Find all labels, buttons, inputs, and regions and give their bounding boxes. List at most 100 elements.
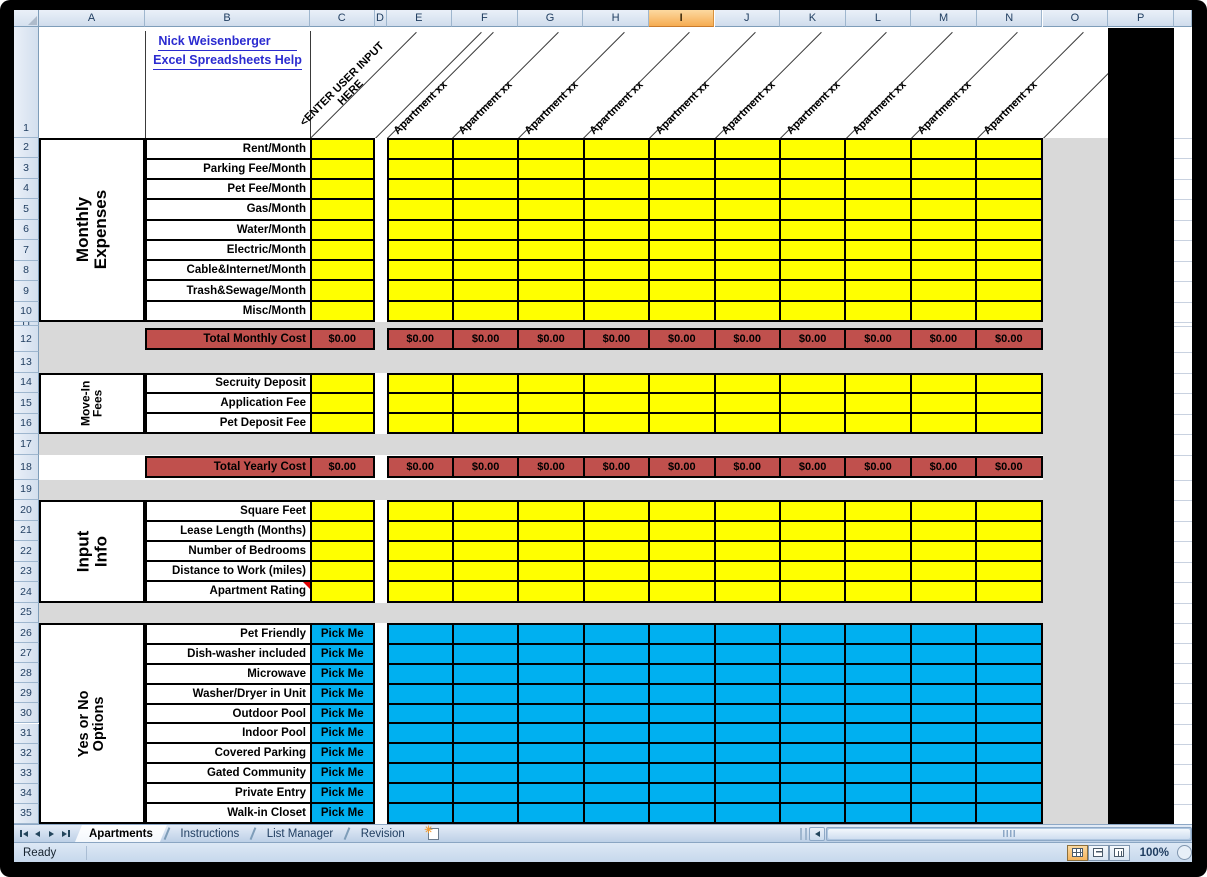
- cell-option-input[interactable]: [650, 804, 714, 822]
- cell-apartment-input[interactable]: [453, 542, 518, 561]
- cell-user-input[interactable]: [312, 502, 373, 521]
- cell-apartment-input[interactable]: [453, 374, 518, 393]
- row-header-1[interactable]: 1: [14, 27, 39, 138]
- cell-apartment-input[interactable]: [388, 220, 452, 239]
- cell-total-value[interactable]: $0.00: [650, 330, 714, 348]
- cell-option-input[interactable]: [715, 724, 779, 743]
- cell-apartment-input[interactable]: [584, 261, 649, 280]
- cell-option-input[interactable]: [519, 804, 583, 822]
- cell-total-value[interactable]: $0.00: [519, 330, 583, 348]
- cell-total-value[interactable]: $0.00: [312, 330, 373, 348]
- cell-option-input[interactable]: [911, 684, 976, 703]
- cell-option-input[interactable]: [388, 704, 452, 723]
- column-header-a[interactable]: A: [39, 10, 145, 27]
- cell-apartment-input[interactable]: [584, 139, 649, 158]
- row-header-17[interactable]: 17: [14, 434, 39, 455]
- cell-option-input[interactable]: [519, 684, 583, 703]
- cell-total-value[interactable]: $0.00: [650, 458, 714, 476]
- cell-option-input[interactable]: [453, 625, 518, 643]
- cell-apartment-input[interactable]: [453, 261, 518, 280]
- cell-apartment-input[interactable]: [846, 281, 910, 300]
- cell-apartment-input[interactable]: [977, 542, 1041, 561]
- cell-apartment-input[interactable]: [715, 502, 779, 521]
- cell-apartment-input[interactable]: [780, 542, 845, 561]
- cell-apartment-input[interactable]: [650, 394, 714, 413]
- cell-apartment-input[interactable]: [715, 261, 779, 280]
- apartment-header-cell[interactable]: Apartment xx: [981, 79, 1039, 137]
- cell-row-label[interactable]: Pet Friendly: [147, 625, 310, 643]
- cell-option-input[interactable]: [650, 724, 714, 743]
- apartment-header-cell[interactable]: Apartment xx: [850, 79, 908, 137]
- cell-apartment-input[interactable]: [453, 200, 518, 219]
- cell-option-input[interactable]: [650, 684, 714, 703]
- cell-apartment-input[interactable]: [780, 281, 845, 300]
- cell-apartment-input[interactable]: [911, 220, 976, 239]
- cell-option-input[interactable]: [977, 704, 1041, 723]
- cell-option-input[interactable]: [650, 644, 714, 663]
- normal-view-button[interactable]: [1066, 844, 1088, 861]
- cell-option-picker[interactable]: Pick Me: [312, 764, 373, 783]
- cell-option-input[interactable]: [650, 704, 714, 723]
- cell-row-label[interactable]: Lease Length (Months): [147, 522, 310, 541]
- cell-user-input[interactable]: [312, 542, 373, 561]
- cell-row-label[interactable]: Walk-in Closet: [147, 804, 310, 822]
- cell-row-label[interactable]: Electric/Month: [147, 240, 310, 260]
- cell-option-input[interactable]: [388, 644, 452, 663]
- cell-apartment-input[interactable]: [911, 394, 976, 413]
- row-header-9[interactable]: 9: [14, 281, 39, 302]
- cell-apartment-input[interactable]: [453, 301, 518, 320]
- cell-apartment-input[interactable]: [388, 240, 452, 260]
- cell-apartment-input[interactable]: [388, 261, 452, 280]
- row-header-3[interactable]: 3: [14, 158, 39, 179]
- next-sheet-icon[interactable]: [45, 827, 58, 841]
- cell-row-label[interactable]: Pet Deposit Fee: [147, 414, 310, 432]
- cell-option-input[interactable]: [780, 724, 845, 743]
- cell-option-input[interactable]: [911, 784, 976, 803]
- cell-apartment-input[interactable]: [650, 281, 714, 300]
- cell-option-input[interactable]: [388, 784, 452, 803]
- row-header-12[interactable]: 12: [14, 326, 39, 352]
- cell-user-input[interactable]: [312, 562, 373, 581]
- cell-apartment-input[interactable]: [519, 240, 583, 260]
- cell-row-label[interactable]: Microwave: [147, 664, 310, 683]
- sheet-tab-apartments[interactable]: Apartments: [75, 825, 167, 842]
- cell-option-input[interactable]: [911, 744, 976, 763]
- cell-row-label[interactable]: Rent/Month: [147, 139, 310, 158]
- cell-apartment-input[interactable]: [519, 562, 583, 581]
- cell-option-input[interactable]: [846, 684, 910, 703]
- cell-apartment-input[interactable]: [650, 240, 714, 260]
- select-all-corner[interactable]: [14, 10, 39, 27]
- row-header-8[interactable]: 8: [14, 260, 39, 281]
- cell-user-input[interactable]: [312, 200, 373, 219]
- column-header-d[interactable]: D: [374, 10, 387, 27]
- scrollbar-thumb[interactable]: [828, 828, 1190, 839]
- cell-apartment-input[interactable]: [715, 281, 779, 300]
- cell-total-value[interactable]: $0.00: [977, 458, 1041, 476]
- cell-option-input[interactable]: [650, 744, 714, 763]
- cell-apartment-input[interactable]: [453, 240, 518, 260]
- cell-apartment-input[interactable]: [388, 522, 452, 541]
- cell-option-input[interactable]: [780, 684, 845, 703]
- cell-apartment-input[interactable]: [453, 394, 518, 413]
- cell-option-input[interactable]: [780, 644, 845, 663]
- cell-apartment-input[interactable]: [584, 414, 649, 432]
- cell-option-input[interactable]: [584, 744, 649, 763]
- cell-total-value[interactable]: $0.00: [846, 458, 910, 476]
- cell-apartment-input[interactable]: [977, 240, 1041, 260]
- group-label-box[interactable]: Input Info: [39, 500, 145, 603]
- row-header-5[interactable]: 5: [14, 199, 39, 220]
- cell-apartment-input[interactable]: [911, 414, 976, 432]
- cell-option-picker[interactable]: Pick Me: [312, 625, 373, 643]
- cell-row-label[interactable]: Distance to Work (miles): [147, 562, 310, 581]
- cell-apartment-input[interactable]: [584, 502, 649, 521]
- cell-apartment-input[interactable]: [977, 522, 1041, 541]
- column-header-i[interactable]: I: [648, 10, 715, 27]
- cell-apartment-input[interactable]: [388, 139, 452, 158]
- cell-apartment-input[interactable]: [846, 394, 910, 413]
- cell-user-input[interactable]: [312, 414, 373, 432]
- row-header-26[interactable]: 26: [14, 623, 39, 644]
- column-header-h[interactable]: H: [583, 10, 649, 27]
- cell-apartment-input[interactable]: [519, 200, 583, 219]
- cell-option-input[interactable]: [911, 664, 976, 683]
- cell-apartment-input[interactable]: [453, 220, 518, 239]
